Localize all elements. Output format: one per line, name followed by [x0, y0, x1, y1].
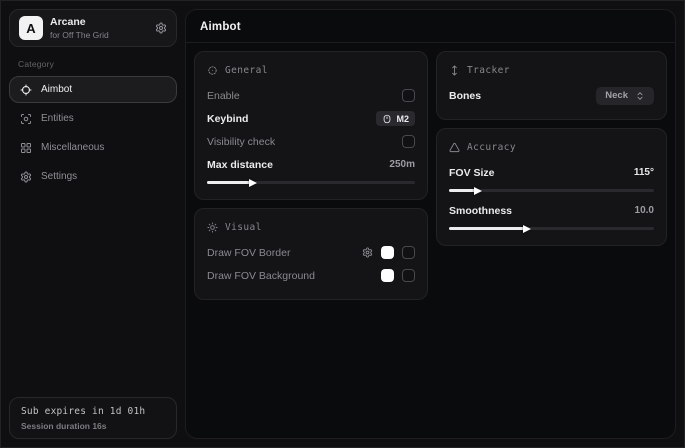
card-visual: Visual Draw FOV Border Draw	[194, 208, 428, 300]
fov-size-value: 115°	[634, 167, 654, 178]
crosshair-dotted-icon	[207, 65, 218, 76]
fov-size-slider[interactable]	[449, 189, 654, 192]
smoothness-slider[interactable]	[449, 227, 654, 230]
sidebar-item-settings[interactable]: Settings	[9, 163, 177, 190]
sidebar-item-entities[interactable]: Entities	[9, 105, 177, 132]
smoothness-label: Smoothness	[449, 205, 512, 217]
row-smoothness: Smoothness 10.0	[449, 199, 654, 222]
fov-border-color-swatch[interactable]	[381, 246, 394, 259]
draw-fov-background-controls	[381, 269, 415, 282]
row-max-distance: Max distance 250m	[207, 153, 415, 176]
brand-text: Arcane for Off The Grid	[50, 17, 109, 39]
column-right: Tracker Bones Neck	[436, 51, 667, 246]
card-visual-header: Visual	[207, 218, 415, 236]
sidebar-item-label: Miscellaneous	[41, 142, 104, 153]
fov-size-slider-fill	[449, 189, 476, 192]
enable-checkbox[interactable]	[402, 89, 415, 102]
gear-icon	[20, 171, 32, 183]
fov-background-color-swatch[interactable]	[381, 269, 394, 282]
card-general-header: General	[207, 61, 415, 79]
row-bones: Bones Neck	[449, 84, 654, 107]
bones-label: Bones	[449, 90, 481, 102]
crosshair-icon	[20, 84, 32, 96]
chevrons-up-down-icon	[635, 91, 645, 101]
sidebar-item-label: Entities	[41, 113, 74, 124]
smoothness-slider-fill	[449, 227, 525, 230]
draw-fov-border-controls	[362, 246, 415, 259]
page-title: Aimbot	[186, 10, 675, 42]
gear-icon[interactable]	[362, 247, 373, 258]
max-distance-value: 250m	[389, 159, 415, 170]
sun-icon	[207, 222, 218, 233]
app-logo: A	[19, 16, 43, 40]
card-general: General Enable Keybind M2	[194, 51, 428, 200]
card-accuracy: Accuracy FOV Size 115° Smoothness 10.0	[436, 128, 667, 246]
max-distance-slider-thumb[interactable]	[249, 179, 257, 187]
brand-card: A Arcane for Off The Grid	[9, 9, 177, 47]
gear-icon[interactable]	[155, 22, 167, 34]
sidebar-item-aimbot[interactable]: Aimbot	[9, 76, 177, 103]
row-fov-size: FOV Size 115°	[449, 161, 654, 184]
subscription-card: Sub expires in 1d 01h Session duration 1…	[9, 397, 177, 439]
row-keybind: Keybind M2	[207, 107, 415, 130]
card-tracker: Tracker Bones Neck	[436, 51, 667, 120]
sidebar-nav: Aimbot Entities Miscellaneous Settings	[9, 76, 177, 190]
card-accuracy-header: Accuracy	[449, 138, 654, 156]
mouse-icon	[382, 114, 392, 124]
logo-letter: A	[26, 21, 35, 36]
keybind-label: Keybind	[207, 113, 248, 125]
enable-label: Enable	[207, 90, 240, 102]
grid-icon	[20, 142, 32, 154]
fov-size-slider-thumb[interactable]	[474, 187, 482, 195]
main-panel: Aimbot General Enable	[185, 9, 676, 439]
session-duration-text: Session duration 16s	[21, 421, 165, 431]
max-distance-slider[interactable]	[207, 181, 415, 184]
fov-size-label: FOV Size	[449, 167, 495, 179]
bones-selected-value: Neck	[605, 90, 628, 101]
sub-expiry-text: Sub expires in 1d 01h	[21, 406, 165, 417]
keybind-value: M2	[396, 114, 409, 124]
app-window: A Arcane for Off The Grid Category Aimbo…	[0, 0, 685, 448]
app-name: Arcane	[50, 17, 109, 29]
sidebar-item-label: Settings	[41, 171, 77, 182]
content-area: General Enable Keybind M2	[186, 43, 675, 308]
card-header-label: Visual	[225, 222, 262, 233]
card-header-label: General	[225, 65, 268, 76]
visibility-check-label: Visibility check	[207, 136, 275, 148]
move-vertical-icon	[449, 65, 460, 76]
draw-fov-background-label: Draw FOV Background	[207, 270, 315, 282]
row-enable: Enable	[207, 84, 415, 107]
column-left: General Enable Keybind M2	[194, 51, 428, 300]
smoothness-slider-thumb[interactable]	[523, 225, 531, 233]
row-draw-fov-background: Draw FOV Background	[207, 264, 415, 287]
visibility-check-checkbox[interactable]	[402, 135, 415, 148]
card-header-label: Tracker	[467, 65, 510, 76]
app-subtitle: for Off The Grid	[50, 31, 109, 40]
card-header-label: Accuracy	[467, 142, 516, 153]
row-visibility-check: Visibility check	[207, 130, 415, 153]
draw-fov-border-checkbox[interactable]	[402, 246, 415, 259]
sidebar: A Arcane for Off The Grid Category Aimbo…	[9, 9, 177, 439]
max-distance-slider-fill	[207, 181, 251, 184]
row-draw-fov-border: Draw FOV Border	[207, 241, 415, 264]
draw-fov-border-label: Draw FOV Border	[207, 247, 290, 259]
sidebar-item-miscellaneous[interactable]: Miscellaneous	[9, 134, 177, 161]
scan-eye-icon	[20, 113, 32, 125]
smoothness-value: 10.0	[635, 205, 654, 216]
card-tracker-header: Tracker	[449, 61, 654, 79]
category-label: Category	[18, 59, 177, 69]
max-distance-label: Max distance	[207, 159, 273, 171]
sidebar-item-label: Aimbot	[41, 84, 72, 95]
draw-fov-background-checkbox[interactable]	[402, 269, 415, 282]
keybind-button[interactable]: M2	[376, 111, 415, 126]
triangle-icon	[449, 142, 460, 153]
bones-select[interactable]: Neck	[596, 87, 654, 105]
